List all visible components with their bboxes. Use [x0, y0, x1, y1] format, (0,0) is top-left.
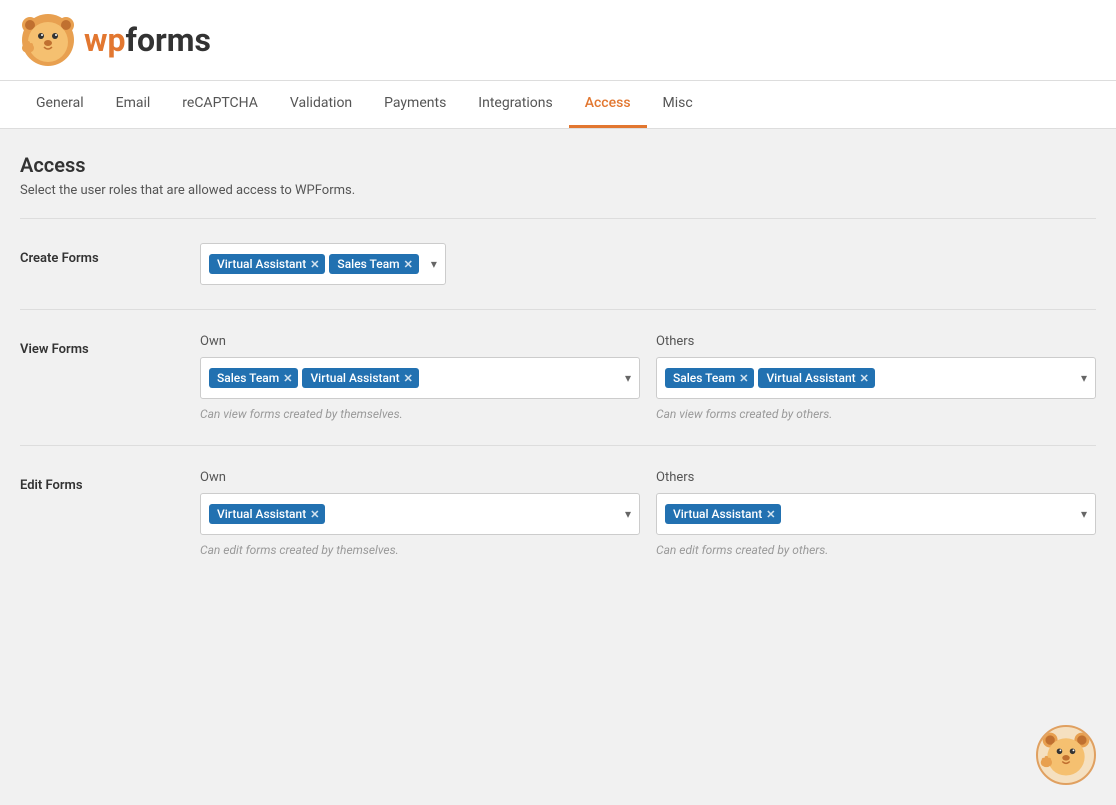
tab-general[interactable]: General	[20, 81, 100, 128]
edit-forms-others-tag-va: Virtual Assistant ✕	[665, 504, 781, 524]
view-forms-own-dropdown-arrow[interactable]: ▾	[617, 371, 631, 385]
view-forms-section: View Forms Own Sales Team ✕ Virtual Assi…	[20, 309, 1096, 445]
view-forms-row: View Forms Own Sales Team ✕ Virtual Assi…	[20, 334, 1096, 421]
edit-forms-controls: Own Virtual Assistant ✕ ▾ Can edit forms…	[200, 470, 1096, 557]
create-forms-label: Create Forms	[20, 243, 180, 266]
create-forms-control: Virtual Assistant ✕ Sales Team ✕ ▾	[200, 243, 446, 285]
view-forms-own-tag-st: Sales Team ✕	[209, 368, 298, 388]
view-forms-own-remove-st[interactable]: ✕	[283, 372, 292, 385]
bear-mascot-button[interactable]	[1036, 725, 1096, 785]
bear-mascot-icon	[1038, 727, 1094, 783]
view-forms-others-tag-va: Virtual Assistant ✕	[758, 368, 874, 388]
create-forms-row: Create Forms Virtual Assistant ✕ Sales T…	[20, 243, 1096, 285]
view-forms-others-group: Others Sales Team ✕ Virtual Assistant ✕ …	[656, 334, 1096, 421]
edit-forms-own-group: Own Virtual Assistant ✕ ▾ Can edit forms…	[200, 470, 640, 557]
view-forms-own-select[interactable]: Sales Team ✕ Virtual Assistant ✕ ▾	[200, 357, 640, 399]
view-forms-own-hint: Can view forms created by themselves.	[200, 407, 640, 421]
logo-bear-icon	[20, 12, 76, 68]
edit-forms-own-label: Own	[200, 470, 640, 485]
view-forms-own-remove-va[interactable]: ✕	[404, 372, 413, 385]
view-forms-others-select[interactable]: Sales Team ✕ Virtual Assistant ✕ ▾	[656, 357, 1096, 399]
edit-forms-own-tag-va: Virtual Assistant ✕	[209, 504, 325, 524]
edit-forms-own-dropdown-arrow[interactable]: ▾	[617, 507, 631, 521]
tab-validation[interactable]: Validation	[274, 81, 368, 128]
edit-forms-others-remove-va[interactable]: ✕	[766, 508, 775, 521]
tab-payments[interactable]: Payments	[368, 81, 462, 128]
view-forms-controls: Own Sales Team ✕ Virtual Assistant ✕ ▾ C…	[200, 334, 1096, 421]
nav-tabs: General Email reCAPTCHA Validation Payme…	[0, 81, 1116, 129]
view-forms-own-group: Own Sales Team ✕ Virtual Assistant ✕ ▾ C…	[200, 334, 640, 421]
logo-text: wpforms	[84, 21, 211, 59]
view-forms-others-remove-va[interactable]: ✕	[860, 372, 869, 385]
view-forms-others-remove-st[interactable]: ✕	[739, 372, 748, 385]
view-forms-own-label: Own	[200, 334, 640, 349]
view-forms-others-hint: Can view forms created by others.	[656, 407, 1096, 421]
tab-email[interactable]: Email	[100, 81, 167, 128]
tab-recaptcha[interactable]: reCAPTCHA	[166, 81, 274, 128]
edit-forms-own-select[interactable]: Virtual Assistant ✕ ▾	[200, 493, 640, 535]
edit-forms-section: Edit Forms Own Virtual Assistant ✕ ▾ Can…	[20, 445, 1096, 581]
logo-wp: wp	[84, 21, 126, 59]
logo-forms: forms	[126, 21, 211, 59]
edit-forms-others-label: Others	[656, 470, 1096, 485]
edit-forms-others-select[interactable]: Virtual Assistant ✕ ▾	[656, 493, 1096, 535]
edit-forms-others-hint: Can edit forms created by others.	[656, 543, 1096, 557]
create-forms-select[interactable]: Virtual Assistant ✕ Sales Team ✕ ▾	[200, 243, 446, 285]
create-forms-dropdown-arrow[interactable]: ▾	[423, 257, 437, 271]
edit-forms-label: Edit Forms	[20, 470, 180, 493]
main-content: Access Select the user roles that are al…	[0, 129, 1116, 605]
edit-forms-own-remove-va[interactable]: ✕	[310, 508, 319, 521]
tab-access[interactable]: Access	[569, 81, 647, 128]
tab-integrations[interactable]: Integrations	[462, 81, 568, 128]
logo: wpforms	[20, 12, 211, 68]
tab-misc[interactable]: Misc	[647, 81, 709, 128]
create-forms-remove-va[interactable]: ✕	[310, 258, 319, 271]
view-forms-others-dropdown-arrow[interactable]: ▾	[1073, 371, 1087, 385]
edit-forms-others-dropdown-arrow[interactable]: ▾	[1073, 507, 1087, 521]
edit-forms-others-group: Others Virtual Assistant ✕ ▾ Can edit fo…	[656, 470, 1096, 557]
create-forms-tag-va: Virtual Assistant ✕	[209, 254, 325, 274]
header: wpforms	[0, 0, 1116, 81]
edit-forms-own-hint: Can edit forms created by themselves.	[200, 543, 640, 557]
create-forms-remove-st[interactable]: ✕	[404, 258, 413, 271]
edit-forms-row: Edit Forms Own Virtual Assistant ✕ ▾ Can…	[20, 470, 1096, 557]
view-forms-others-label: Others	[656, 334, 1096, 349]
create-forms-section: Create Forms Virtual Assistant ✕ Sales T…	[20, 218, 1096, 309]
page-description: Select the user roles that are allowed a…	[20, 183, 1096, 198]
view-forms-label: View Forms	[20, 334, 180, 357]
page-title: Access	[20, 153, 1096, 177]
view-forms-own-tag-va: Virtual Assistant ✕	[302, 368, 418, 388]
view-forms-others-tag-st: Sales Team ✕	[665, 368, 754, 388]
create-forms-tag-st: Sales Team ✕	[329, 254, 418, 274]
